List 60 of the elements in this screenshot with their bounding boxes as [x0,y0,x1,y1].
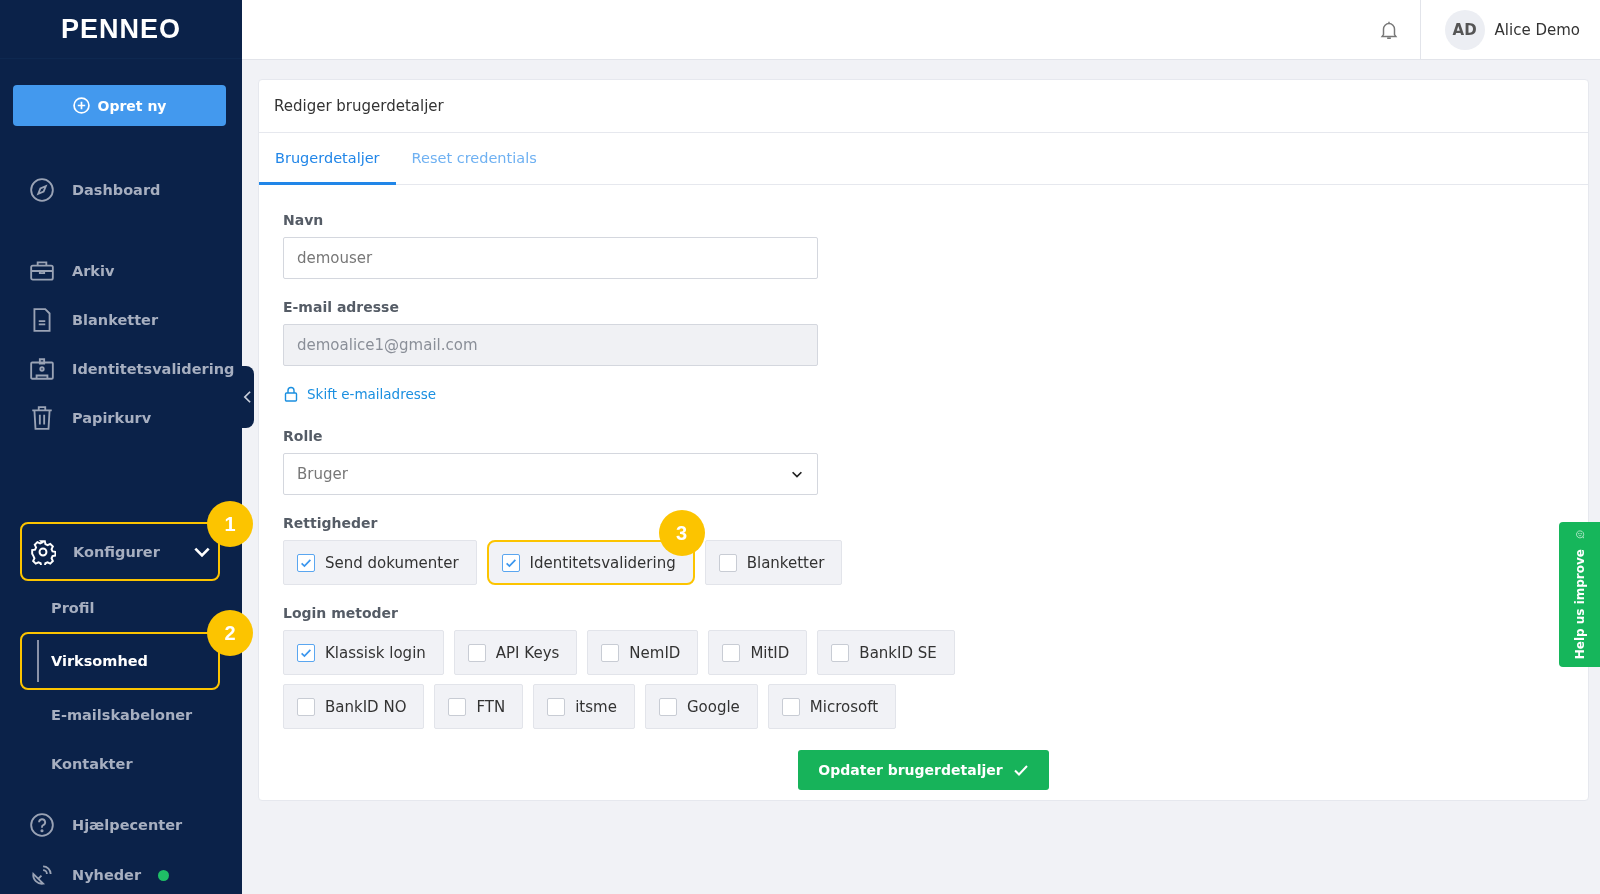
checkbox[interactable] [831,643,850,662]
collapse-handle[interactable] [240,366,254,428]
checkbox-option[interactable]: Google [644,684,758,729]
help-icon [29,812,55,838]
nav-item[interactable]: Identitetsvalidering [0,344,242,393]
step-number-badge: 1 [207,501,253,547]
tab[interactable]: Brugerdetaljer [259,133,396,185]
checkbox[interactable] [501,553,520,572]
checkbox-option[interactable]: API Keys [453,630,578,675]
checkbox-option[interactable]: Identitetsvalidering [486,540,695,585]
field-label: Login metoder [283,605,398,621]
role-select[interactable]: Bruger [283,453,818,495]
checkbox[interactable] [467,643,486,662]
checkbox[interactable] [547,697,566,716]
change-email-link[interactable]: Skift e-mailadresse [283,386,437,402]
checkbox[interactable] [722,643,741,662]
chevron-left-icon [242,390,252,404]
checkbox-option[interactable]: BankID SE [817,630,955,675]
card-title: Rediger brugerdetaljer [274,97,444,115]
checkbox-option[interactable]: NemID [587,630,699,675]
checkbox-option[interactable]: Blanketter [704,540,843,585]
checkbox-option[interactable]: Send dokumenter [283,540,477,585]
checkbox-option[interactable]: FTN [434,684,524,729]
name-field[interactable]: demouser [283,237,818,279]
checkbox-option[interactable]: Microsoft [767,684,897,729]
checkbox[interactable] [718,553,737,572]
nav-item[interactable]: Hjælpecenter [0,800,242,850]
step-number-badge: 2 [207,610,253,656]
checkbox[interactable] [448,697,467,716]
nav-item[interactable]: Arkiv [0,246,242,295]
field-label: Navn [283,212,324,228]
checkbox[interactable] [658,697,677,716]
lock-icon [283,386,299,402]
nav-item[interactable]: Nyheder [0,850,242,894]
submenu-item[interactable]: E-mailskabeloner [0,690,242,739]
checkbox-option[interactable]: Klassisk login [283,630,444,675]
checkbox-option[interactable]: BankID NO [283,684,425,729]
submenu-item[interactable]: Kontakter [0,739,242,788]
field-label: Rettigheder [283,515,378,531]
chevron-icon [194,546,210,557]
user-avatar[interactable]: AD [1444,9,1485,50]
nav-item[interactable]: Blanketter [0,295,242,344]
trash-icon [29,404,55,431]
checkbox[interactable] [297,553,315,572]
compass-icon [29,176,55,203]
checkbox[interactable] [297,643,315,662]
nav-item[interactable]: Papirkurv [0,393,242,442]
checkbox-option[interactable]: itsme [533,684,635,729]
user-name[interactable]: Alice Demo [1494,20,1580,39]
checkbox[interactable] [601,643,620,662]
checkbox[interactable] [297,697,315,716]
id-badge-icon [29,355,55,382]
step-number-badge: 3 [658,510,705,556]
checkbox[interactable] [781,697,800,716]
nav-item[interactable]: Dashboard [0,165,242,214]
field-label: Rolle [283,428,323,444]
checkbox-option[interactable]: MitID [708,630,808,675]
settings-icon [30,538,56,565]
field-label: E-mail adresse [283,299,399,315]
plus-circle-icon [72,97,90,114]
